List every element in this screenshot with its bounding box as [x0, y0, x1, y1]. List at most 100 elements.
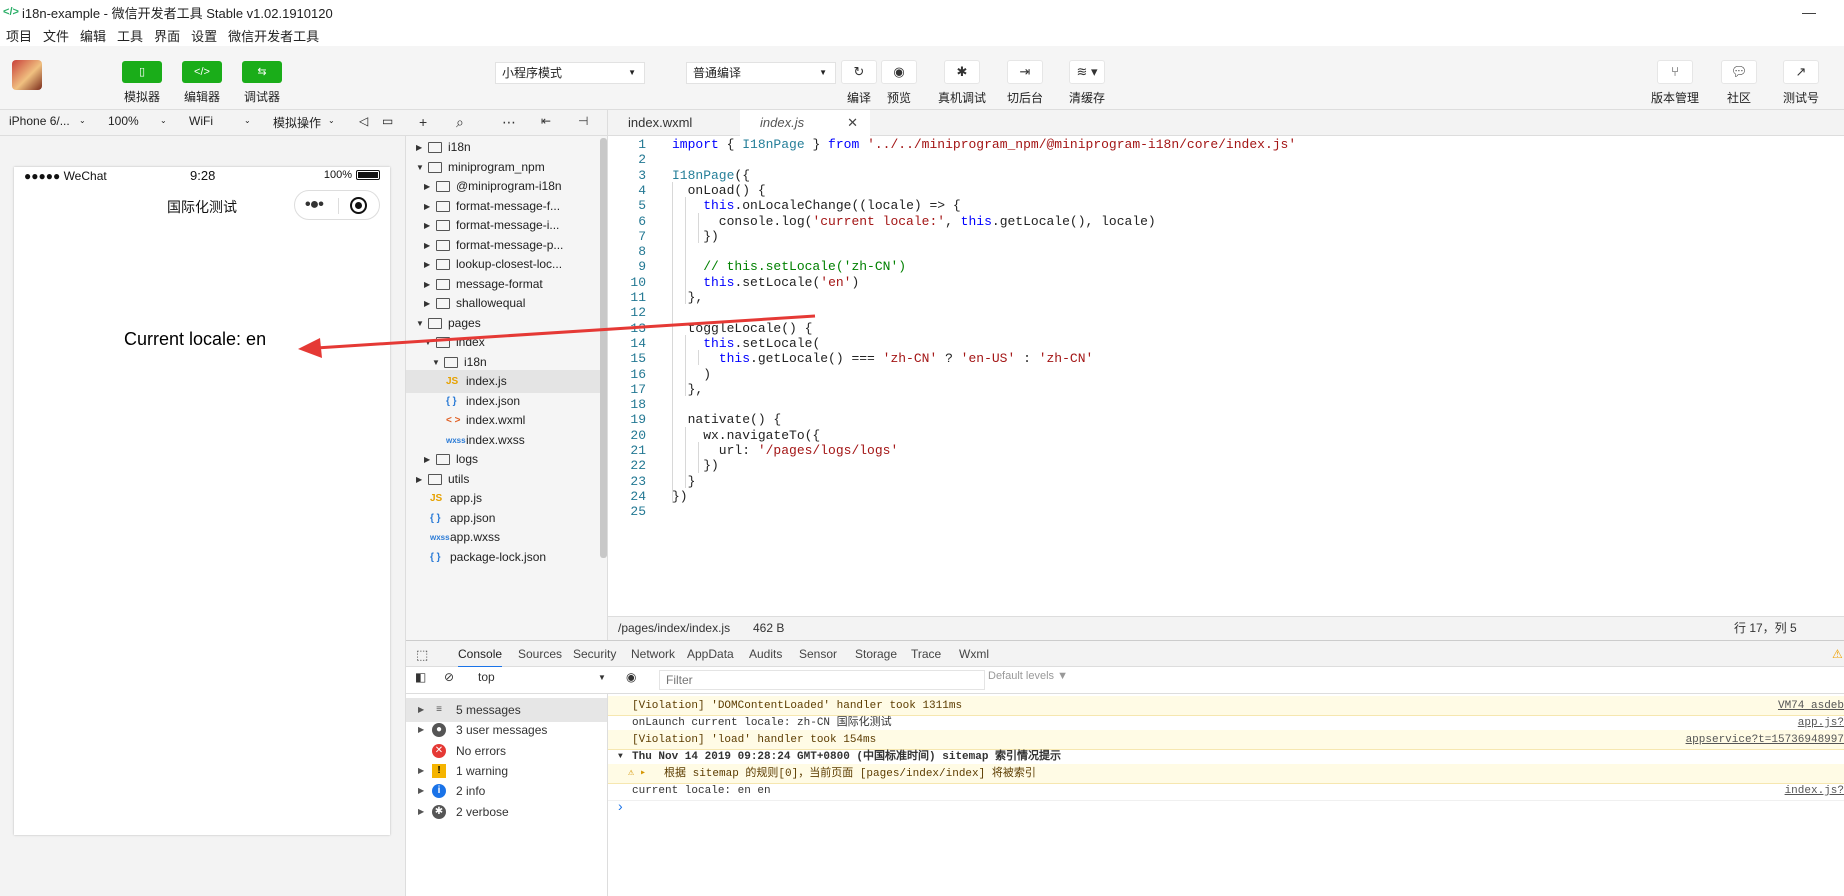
device-select-value: iPhone 6/... — [9, 114, 70, 128]
file-tree-scrollbar[interactable] — [600, 138, 607, 558]
folder-icon — [436, 181, 450, 192]
phone-screen[interactable]: ●●●●● WeChat 9:28 100% 国际化测试 •●• Current… — [14, 167, 390, 835]
clear-console-icon[interactable]: ⊘ — [444, 670, 454, 684]
device-select[interactable]: iPhone 6/... ⌄ — [9, 114, 86, 128]
message-icon[interactable]: ▭ — [382, 114, 393, 128]
inspect-element-icon[interactable]: ⬚ — [416, 641, 428, 668]
close-miniprogram-icon[interactable] — [350, 197, 367, 214]
code-editor[interactable]: 1 import { I18nPage } from '../../minipro… — [608, 136, 1844, 616]
zoom-select-value: 100% — [108, 114, 139, 128]
console-prompt[interactable]: › — [618, 798, 623, 814]
sidebar-toggle-icon[interactable]: ◧ — [415, 670, 426, 684]
devtools-tab[interactable]: Security — [573, 641, 616, 668]
capsule-menu[interactable]: •●• — [294, 190, 380, 220]
indent-guide — [685, 334, 686, 397]
debugger-toggle-button[interactable]: ⇆ 调试器 — [242, 61, 282, 104]
log-levels-select[interactable]: Default levels ▼ — [988, 670, 1068, 682]
file-tree-item[interactable]: { } package-lock.json — [406, 546, 601, 569]
clear-cache-button[interactable]: ≋ ▾ 清缓存 — [1057, 60, 1117, 106]
split-icon[interactable]: ⊣ — [578, 114, 588, 128]
user-avatar[interactable] — [12, 60, 42, 90]
background-button[interactable]: ⇥ 切后台 — [995, 60, 1055, 106]
cursor-position[interactable]: 行 17，列 5 — [1734, 617, 1797, 639]
console-source-link[interactable]: index.js? — [1785, 781, 1844, 801]
simulator-toolbar: iPhone 6/... ⌄ 100% ⌄ WiFi ⌄ 模拟操作 ⌄ ◁ ▭ — [0, 110, 406, 136]
error-icon: ✕ — [432, 743, 446, 758]
remote-debug-button[interactable]: ✱ 真机调试 — [932, 60, 992, 106]
editor-tabs: index.wxml index.js ✕ — [608, 110, 1844, 136]
console-filter-label: 2 verbose — [456, 804, 509, 819]
json-file-icon: { } — [430, 551, 441, 563]
indent-guide — [685, 197, 686, 305]
community-label: 社区 — [1726, 91, 1751, 105]
more-dots-icon[interactable]: •●• — [305, 196, 324, 214]
devtools-tab[interactable]: Network — [631, 641, 675, 668]
more-icon[interactable]: ⋯ — [502, 114, 516, 131]
tab-index-wxml[interactable]: index.wxml — [608, 110, 740, 136]
tab-label: index.wxml — [628, 115, 693, 130]
caret-right-icon[interactable]: ▶ — [418, 800, 424, 824]
menu-project[interactable]: 项目 — [6, 26, 32, 45]
devtools-tab[interactable]: Console — [458, 641, 503, 668]
console-filter-input[interactable] — [659, 670, 985, 690]
editor-toggle-button[interactable]: </> 编辑器 — [182, 61, 222, 104]
menu-view[interactable]: 界面 — [154, 26, 180, 45]
status-time: 9:28 — [190, 168, 216, 183]
file-path: /pages/index/index.js — [618, 621, 731, 635]
devtools-tab[interactable]: Sources — [518, 641, 562, 668]
folder-icon — [428, 142, 442, 153]
list-icon: ≡ — [436, 704, 442, 715]
file-tree-item-label: package-lock.json — [450, 549, 547, 564]
indent-guide — [685, 426, 686, 488]
close-tab-icon[interactable]: ✕ — [847, 110, 858, 136]
menu-bar: 项目 文件 编辑 工具 界面 设置 微信开发者工具 — [0, 24, 1844, 46]
community-button[interactable]: 💬︎ 社区 — [1709, 60, 1769, 106]
simulator-toggle-button[interactable]: ▯ 模拟器 — [122, 61, 162, 104]
compile-select[interactable]: 普通编译 ▼ — [686, 62, 836, 84]
console-toolbar: ◧ ⊘ top ▼ ◉ Default levels ▼ — [406, 667, 1844, 694]
battery-status: 100% — [324, 169, 380, 181]
menu-tools[interactable]: 工具 — [117, 26, 143, 45]
devtools-tab[interactable]: Audits — [749, 641, 782, 668]
search-icon[interactable]: ⌕ — [456, 114, 464, 131]
mode-select-value: 小程序模式 — [502, 66, 563, 80]
menu-devtools[interactable]: 微信开发者工具 — [228, 26, 319, 45]
test-account-button[interactable]: ↗ 测试号 — [1771, 60, 1831, 106]
minimize-button[interactable]: — — [1802, 4, 1816, 20]
zoom-select[interactable]: 100% ⌄ — [108, 114, 167, 128]
preview-button[interactable]: ◉ 预览 — [869, 60, 929, 106]
info-icon: i — [432, 784, 446, 799]
caret-down-icon: ▼ — [819, 68, 827, 77]
debugger-label: 调试器 — [243, 90, 280, 104]
menu-settings[interactable]: 设置 — [191, 26, 217, 45]
devtools-tab[interactable]: Wxml — [959, 641, 989, 668]
console-filter-item[interactable]: ▶ ✱ 2 verbose — [406, 800, 607, 824]
eye-icon[interactable]: ◉ — [626, 670, 636, 684]
indent-guide — [672, 181, 673, 504]
bug-icon: ✱ — [944, 60, 980, 84]
code-line[interactable]: 25 — [608, 503, 1844, 521]
operation-select[interactable]: 模拟操作 ⌄ — [273, 114, 335, 131]
chevron-down-icon: ⌄ — [160, 116, 167, 125]
console-message[interactable]: current locale: en en index.js? — [608, 781, 1844, 801]
menu-file[interactable]: 文件 — [43, 26, 69, 45]
console-log-area[interactable]: [Violation] 'DOMContentLoaded' handler t… — [608, 694, 1844, 896]
version-control-button[interactable]: ⑂ 版本管理 — [1645, 60, 1705, 106]
tab-index-js[interactable]: index.js ✕ — [740, 110, 870, 136]
volume-icon[interactable]: ◁ — [359, 114, 368, 128]
network-select[interactable]: WiFi ⌄ — [189, 114, 251, 128]
devtools-tab[interactable]: AppData — [687, 641, 734, 668]
context-select[interactable]: top ▼ — [478, 670, 612, 684]
warning-icon[interactable]: ⚠ — [1832, 641, 1843, 668]
collapse-icon[interactable]: ⇤ — [541, 114, 551, 128]
clear-cache-label: 清缓存 — [1068, 91, 1105, 105]
console-message-text: current locale: en en — [632, 785, 771, 797]
devtools-tab[interactable]: Storage — [855, 641, 897, 668]
devtools-tab[interactable]: Trace — [911, 641, 941, 668]
folder-icon — [436, 278, 450, 290]
add-icon[interactable]: + — [419, 114, 427, 130]
devtools-tab[interactable]: Sensor — [799, 641, 837, 668]
mode-select[interactable]: 小程序模式 ▼ — [495, 62, 645, 84]
editor-status-bar: /pages/index/index.js 462 B 行 17，列 5 — [608, 616, 1844, 640]
menu-edit[interactable]: 编辑 — [80, 26, 106, 45]
